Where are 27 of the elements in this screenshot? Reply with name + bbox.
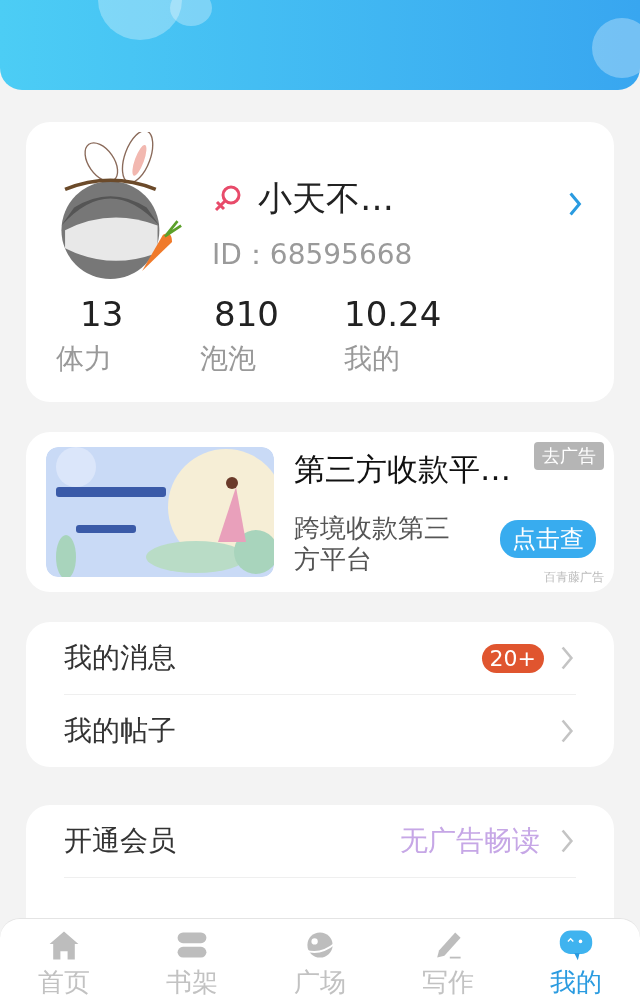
tab[interactable]: 广场 xyxy=(270,919,370,1008)
ad-description: 跨境收款第三方平台 xyxy=(294,512,451,576)
menu-label: 我的帖子 xyxy=(64,713,177,749)
user-name: 小天不… xyxy=(258,177,394,220)
menu-hint: 无广告畅读 xyxy=(400,823,540,859)
stat-label: 体力 xyxy=(56,341,113,377)
tab[interactable]: 写作 xyxy=(398,919,498,1008)
ad-source: 百青藤广告 xyxy=(544,569,604,586)
chevron-right-icon[interactable] xyxy=(566,190,584,218)
menu-label: 我的消息 xyxy=(64,640,177,676)
stat-value: 10.24 xyxy=(344,294,443,334)
count-badge: 20+ xyxy=(481,643,544,673)
close-ad-button[interactable]: 去广告 xyxy=(534,442,604,470)
stat-value: 13 xyxy=(79,294,125,334)
ad-title[interactable]: 第三方收款平… xyxy=(294,448,511,491)
menu-item[interactable]: 开通会员 无广告畅读 xyxy=(64,805,576,878)
menu-item[interactable]: 我的帖子 xyxy=(64,695,576,767)
tab[interactable]: 首页 xyxy=(14,919,114,1008)
user-id: ID：68595668 xyxy=(212,237,414,273)
tab[interactable]: 我的 xyxy=(526,919,626,1008)
stat-label: 我的 xyxy=(344,341,401,377)
menu-item[interactable]: 我的消息 20+ xyxy=(64,622,576,695)
stat-label: 泡泡 xyxy=(200,341,257,377)
stat-value: 810 xyxy=(213,294,280,334)
menu-label: 开通会员 xyxy=(64,823,177,859)
view-button[interactable]: 点击查 xyxy=(500,520,596,558)
tab[interactable]: 书架 xyxy=(142,919,242,1008)
